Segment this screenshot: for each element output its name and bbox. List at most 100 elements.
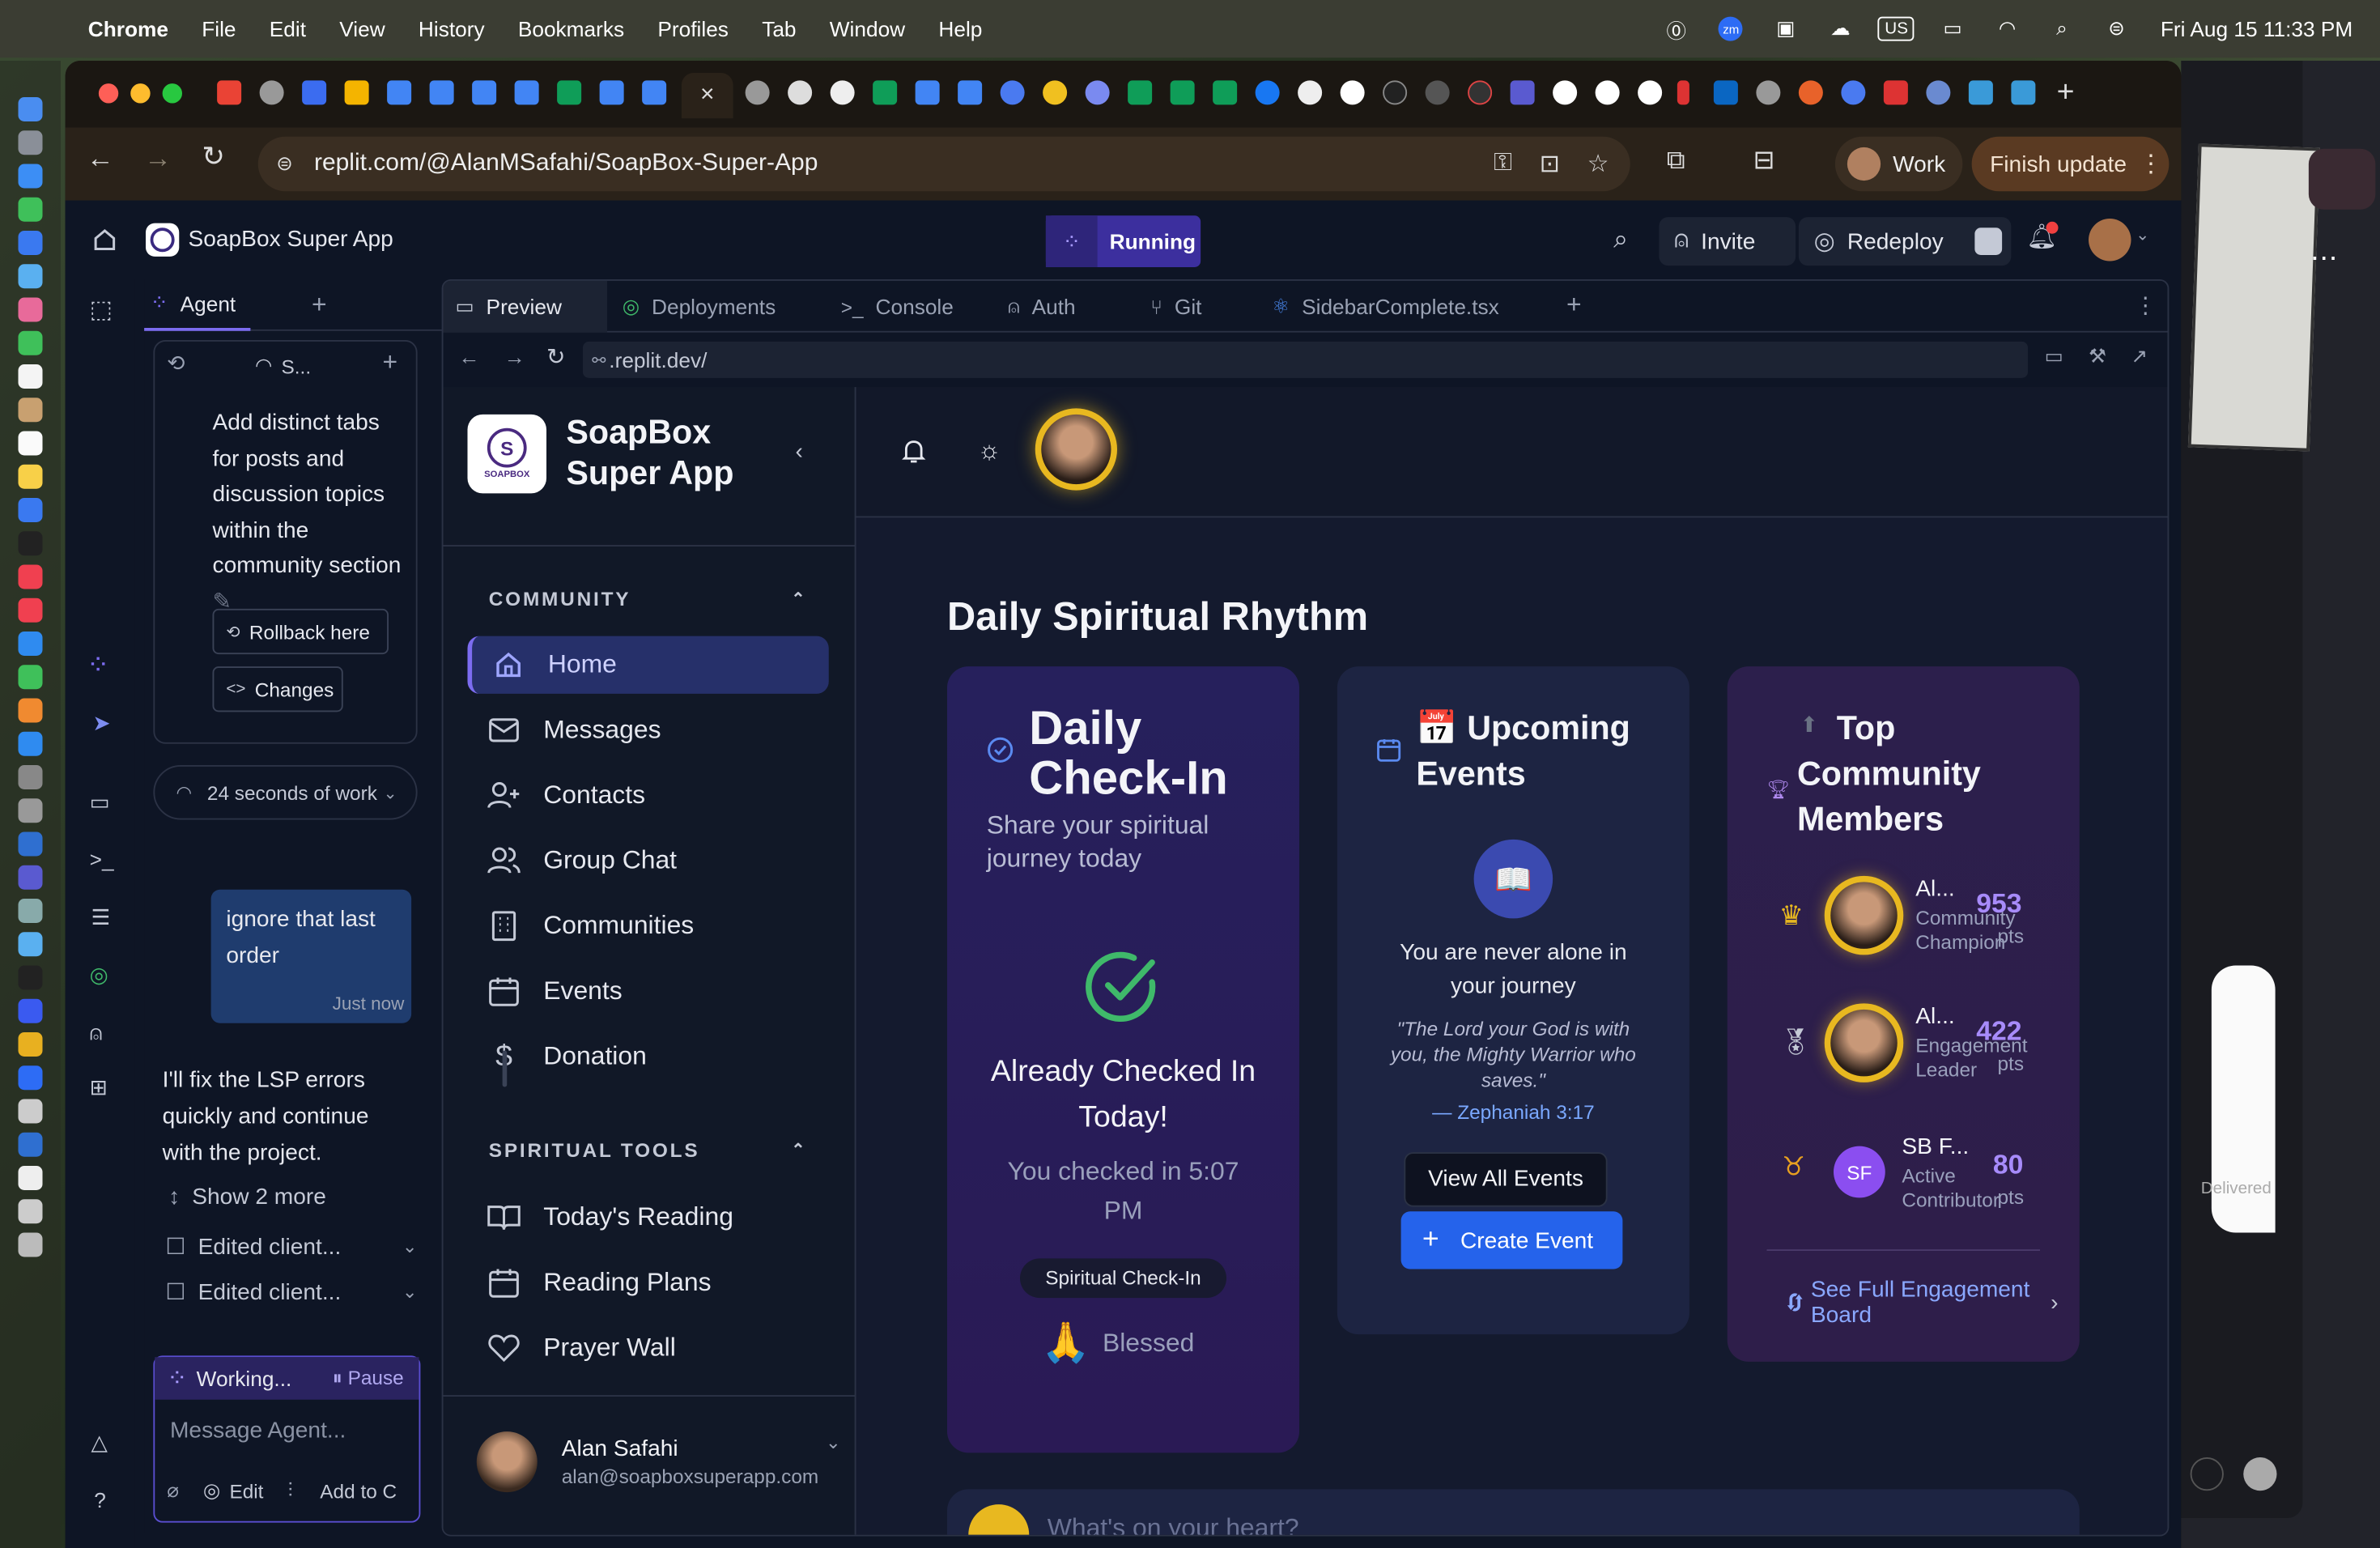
outlook-dock-icon[interactable] [18, 831, 43, 857]
all-tools-icon[interactable]: ⊞ [90, 1075, 108, 1101]
add-tab-icon-2[interactable]: + [1566, 290, 1582, 321]
run-button[interactable]: ⁘ Running [1045, 215, 1201, 267]
tab-deployments[interactable]: ◎ Deployments [623, 281, 776, 333]
tab-favicon-20[interactable] [1043, 80, 1068, 105]
nav-home[interactable]: Home [467, 636, 829, 694]
docs-tab-icon-5[interactable] [642, 80, 667, 105]
nav-todays-reading[interactable]: Today's Reading [468, 1189, 829, 1246]
tab-git[interactable]: ⑂ Git [1150, 281, 1201, 333]
chevron-down-icon[interactable]: ⌄ [2136, 225, 2149, 245]
tab-auth[interactable]: ⍝ Auth [1008, 281, 1076, 333]
composer-input[interactable]: What's on your heart? [1048, 1513, 1299, 1534]
maps-icon[interactable] [18, 264, 43, 289]
finish-update-button[interactable]: Finish update ⋮ [1971, 136, 2170, 192]
news-icon[interactable] [18, 598, 43, 623]
keynote-icon[interactable] [18, 632, 43, 656]
preview-forward-icon[interactable]: → [504, 345, 525, 369]
tab-search-icon[interactable]: ⊟ [1753, 146, 1775, 176]
devtools-wrench-icon[interactable]: ⚒ [2089, 345, 2106, 369]
photos-icon[interactable] [18, 297, 43, 322]
google-tab-icon-4[interactable] [1638, 80, 1663, 105]
notes-icon[interactable] [18, 464, 43, 489]
drive-tab-icon[interactable] [344, 80, 369, 105]
chrome-dock-icon[interactable] [18, 1032, 43, 1057]
facetime-icon[interactable] [18, 330, 43, 355]
deploy-rail-icon[interactable]: ◎ [90, 963, 108, 989]
settings-sliders-icon[interactable]: ⫶ [287, 1478, 292, 1503]
menu-tab[interactable]: Tab [762, 17, 796, 41]
search-icon[interactable]: ⌕ [2045, 17, 2078, 41]
tv-icon[interactable] [18, 531, 43, 556]
message-input[interactable]: Message Agent... [170, 1418, 346, 1444]
google-tab-icon[interactable] [1340, 80, 1365, 105]
nav-reading-plans[interactable]: Reading Plans [468, 1254, 829, 1312]
agent-rail-icon[interactable]: ⁘ [87, 650, 109, 682]
printer-icon[interactable] [18, 1099, 43, 1124]
user-profile[interactable]: Alan Safahi alan@soapboxsuperapp.com ⌄ [476, 1431, 841, 1493]
preview-url-field[interactable]: ⚯ .replit.dev/ [583, 341, 2028, 378]
nav-prayer-wall[interactable]: Prayer Wall [468, 1319, 829, 1376]
redeploy-button[interactable]: ◎ Redeploy [1798, 217, 2012, 266]
menu-edit[interactable]: Edit [270, 17, 306, 41]
keyboard-icon[interactable] [18, 1199, 43, 1224]
console-rail-icon[interactable]: >_ [90, 847, 114, 871]
theme-sun-icon[interactable]: ☼ [978, 436, 1001, 466]
address-bar[interactable]: ⊜ replit.com/@AlanMSafahi/SoapBox-Super-… [257, 136, 1630, 192]
help-icon[interactable]: ? [94, 1488, 106, 1512]
files-icon[interactable] [18, 932, 43, 957]
work-duration-pill[interactable]: ◠ 24 seconds of work ⌄ [153, 765, 418, 820]
close-window-button[interactable] [98, 83, 119, 104]
tab-favicon-31[interactable] [1468, 80, 1493, 105]
tab-favicon-13[interactable] [745, 80, 770, 105]
extensions-icon[interactable]: ⧉ [1667, 146, 1685, 176]
alerts-icon[interactable]: △ [91, 1430, 108, 1456]
search-icon[interactable]: ⌕ [1613, 225, 1628, 256]
trash-icon[interactable] [18, 1232, 43, 1257]
nav-messages[interactable]: Messages [468, 701, 829, 759]
tab-favicon-32[interactable] [1510, 80, 1535, 105]
menu-view[interactable]: View [339, 17, 385, 41]
appstore-icon[interactable] [18, 731, 43, 756]
facebook-tab-icon[interactable] [1255, 80, 1280, 105]
docs-tab-icon-6[interactable] [915, 80, 940, 105]
url-text[interactable]: replit.com/@AlanMSafahi/SoapBox-Super-Ap… [314, 151, 818, 178]
document-icon[interactable] [18, 1166, 43, 1190]
menu-window[interactable]: Window [830, 17, 905, 41]
more-icon[interactable]: ⋯ [2310, 243, 2347, 274]
battery-icon[interactable]: ▭ [1936, 17, 1969, 41]
database-icon[interactable]: ☰ [91, 905, 111, 931]
docs-tab-icon[interactable] [387, 80, 412, 105]
preview-reload-icon[interactable]: ↻ [546, 343, 566, 371]
tab-favicon-39[interactable] [1798, 80, 1823, 105]
tab-favicon-19[interactable] [1000, 80, 1025, 105]
app-blue-icon[interactable] [18, 998, 43, 1023]
linkedin-tab-icon[interactable] [1713, 80, 1738, 105]
tab-favicon-3[interactable] [302, 80, 327, 105]
minimize-window-button[interactable] [130, 83, 151, 104]
utility-icon[interactable] [18, 798, 43, 823]
open-new-tab-icon[interactable]: ↗ [2131, 345, 2148, 369]
view-all-events-button[interactable]: View All Events [1404, 1152, 1608, 1207]
github-tab-icon[interactable] [1298, 80, 1323, 105]
section-community-header[interactable]: COMMUNITY ⌃ [489, 588, 808, 610]
soapbox-logo[interactable]: S SOAPBOX [467, 414, 546, 494]
freeform-icon[interactable] [18, 498, 43, 522]
project-name[interactable]: SoapBox Super App [189, 226, 393, 252]
app-bell-icon[interactable] [902, 437, 926, 465]
kebab-menu-icon[interactable]: ⋮ [2139, 149, 2163, 180]
pause-button[interactable]: ⏸︎ Pause [333, 1367, 404, 1391]
pages-icon[interactable] [18, 698, 43, 723]
menubar-clock[interactable]: Fri Aug 15 11:33 PM [2161, 17, 2352, 41]
calendar-tab-icon[interactable] [514, 80, 539, 105]
create-event-button[interactable]: + Create Event [1400, 1211, 1623, 1269]
edited-file-row-2[interactable]: ☐ Edited client... ⌄ [165, 1278, 417, 1306]
profile-chip[interactable]: Work [1834, 136, 1963, 192]
app-info-icon[interactable] [18, 1132, 43, 1157]
google-tab-icon-2[interactable] [1553, 80, 1578, 105]
maximize-window-button[interactable] [162, 83, 182, 104]
x-tab-icon[interactable] [1383, 80, 1408, 105]
app-user-avatar[interactable] [1035, 408, 1117, 491]
tab-favicon-36[interactable] [1677, 80, 1689, 105]
weather-icon[interactable]: ☁ [1824, 17, 1857, 41]
sheets-tab-icon-4[interactable] [1170, 80, 1195, 105]
